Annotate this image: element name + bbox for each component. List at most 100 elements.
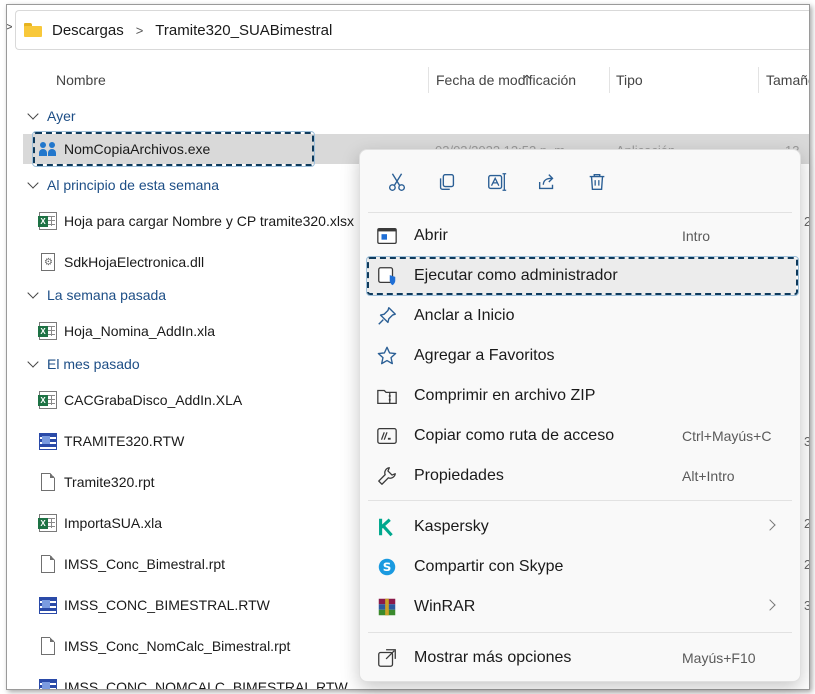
menu-item-shortcut: Intro (682, 228, 711, 244)
menu-item-label: Mostrar más opciones (414, 649, 572, 666)
column-name[interactable]: Nombre (56, 72, 106, 88)
file-name: SdkHojaElectronica.dll (64, 254, 205, 270)
menu-item-label: WinRAR (414, 598, 476, 615)
menu-item-skype[interactable]: S Compartir con Skype (366, 548, 796, 586)
file-row[interactable]: IMSS_CONC_BIMESTRAL.RTW (39, 590, 270, 620)
menu-item-shortcut: Ctrl+Mayús+C (682, 428, 772, 444)
file-row[interactable]: Tramite320.rpt (39, 467, 155, 497)
folder-icon (24, 23, 42, 37)
menu-item-shortcut: Alt+Intro (682, 468, 735, 484)
chevron-down-icon (27, 356, 39, 368)
file-row[interactable]: IMSS_Conc_Bimestral.rpt (39, 549, 225, 579)
file-row[interactable]: IMSS_CONC_NOMCALC_BIMESTRAL.RTW (39, 672, 348, 690)
file-size: 2 (804, 214, 809, 229)
menu-item-compress-zip[interactable]: Comprimir en archivo ZIP (366, 377, 796, 415)
menu-item-winrar[interactable]: WinRAR (366, 588, 796, 626)
excel-file-icon (38, 212, 57, 230)
document-icon (41, 637, 55, 655)
menu-divider (368, 632, 792, 633)
rename-button[interactable] (472, 166, 522, 198)
chevron-left-icon[interactable]: > (7, 19, 13, 34)
file-size: 3 (804, 598, 809, 613)
menu-item-label: Copiar como ruta de acceso (414, 427, 615, 444)
file-name: Hoja para cargar Nombre y CP tramite320.… (64, 213, 354, 229)
file-size: 2 (804, 557, 809, 572)
breadcrumb-descargas[interactable]: Descargas (52, 22, 124, 39)
column-date[interactable]: Fecha de modificación (436, 72, 576, 88)
chevron-right-icon (764, 599, 776, 611)
rtw-file-icon (39, 678, 57, 689)
file-row[interactable]: Hoja_Nomina_AddIn.xla (38, 316, 215, 346)
zip-folder-icon (376, 385, 398, 407)
file-row[interactable]: ImportaSUA.xla (38, 508, 163, 538)
chevron-right-icon (764, 519, 776, 531)
group-header-ayer[interactable]: Ayer (27, 108, 76, 124)
excel-addin-icon (38, 322, 57, 340)
column-divider[interactable] (609, 67, 610, 93)
menu-divider (368, 212, 792, 213)
copy-button[interactable] (422, 166, 472, 198)
svg-text:S: S (383, 560, 392, 574)
file-row[interactable]: SdkHojaElectronica.dll (39, 247, 204, 277)
group-label: Al principio de esta semana (47, 177, 219, 193)
file-name: ImportaSUA.xla (64, 515, 163, 531)
skype-icon: S (376, 556, 398, 578)
menu-item-label: Kaspersky (414, 518, 489, 535)
column-type[interactable]: Tipo (616, 72, 643, 88)
pin-icon (376, 305, 398, 327)
menu-item-open[interactable]: Abrir Intro (366, 217, 796, 255)
chevron-down-icon (27, 177, 39, 189)
cut-icon (388, 173, 406, 191)
chevron-right-icon[interactable]: > (136, 23, 144, 38)
group-label: El mes pasado (47, 356, 140, 372)
file-row[interactable]: Hoja para cargar Nombre y CP tramite320.… (38, 206, 354, 236)
menu-item-kaspersky[interactable]: Kaspersky (366, 508, 796, 546)
menu-item-highlight (366, 256, 799, 296)
file-row[interactable]: IMSS_Conc_NomCalc_Bimestral.rpt (39, 631, 290, 661)
file-name: TRAMITE320.RTW (64, 433, 185, 449)
column-divider[interactable] (758, 67, 759, 93)
file-name: IMSS_CONC_NOMCALC_BIMESTRAL.RTW (64, 679, 348, 690)
cut-button[interactable] (372, 166, 422, 198)
chevron-down-icon (27, 108, 39, 120)
selection-highlight (32, 131, 315, 167)
group-header-mes-pasado[interactable]: El mes pasado (27, 356, 140, 372)
more-options-icon (376, 647, 398, 669)
rtw-file-icon (39, 596, 57, 614)
copy-icon (439, 173, 455, 191)
menu-item-copy-path[interactable]: Copiar como ruta de acceso Ctrl+Mayús+C (366, 417, 796, 455)
file-name: Tramite320.rpt (64, 474, 155, 490)
menu-item-add-favorites[interactable]: Agregar a Favoritos (366, 337, 796, 375)
dll-file-icon (41, 253, 55, 271)
menu-item-label: Anclar a Inicio (414, 307, 515, 324)
kaspersky-icon (376, 516, 398, 538)
menu-divider (368, 500, 792, 501)
file-name: Hoja_Nomina_AddIn.xla (64, 323, 215, 339)
menu-item-label: Compartir con Skype (414, 558, 564, 575)
excel-addin-icon (38, 391, 57, 409)
delete-button[interactable] (572, 166, 622, 198)
column-size[interactable]: Tamaño (766, 72, 809, 88)
group-header-semana-pasada[interactable]: La semana pasada (27, 287, 166, 303)
column-divider[interactable] (428, 67, 429, 93)
breadcrumb-tramite[interactable]: Tramite320_SUABimestral (155, 22, 332, 39)
rtw-file-icon (39, 432, 57, 450)
menu-item-pin-start[interactable]: Anclar a Inicio (366, 297, 796, 335)
share-button[interactable] (522, 166, 572, 198)
open-window-icon (376, 225, 398, 247)
file-name: CACGrabaDisco_AddIn.XLA (64, 392, 243, 408)
address-bar[interactable]: Descargas > Tramite320_SUABimestral (15, 10, 809, 50)
menu-item-properties[interactable]: Propiedades Alt+Intro (366, 457, 796, 495)
menu-item-label: Comprimir en archivo ZIP (414, 387, 596, 404)
menu-item-more-options[interactable]: Mostrar más opciones Mayús+F10 (366, 639, 796, 677)
share-icon (538, 174, 554, 190)
group-header-esta-semana[interactable]: Al principio de esta semana (27, 177, 219, 193)
file-row[interactable]: CACGrabaDisco_AddIn.XLA (38, 385, 243, 415)
excel-addin-icon (38, 514, 57, 532)
file-row[interactable]: TRAMITE320.RTW (39, 426, 184, 456)
column-headers: Nombre ⌃ Fecha de modificación Tipo Tama… (7, 63, 809, 97)
winrar-icon (376, 596, 398, 618)
menu-item-label: Agregar a Favoritos (414, 347, 555, 364)
menu-item-label: Propiedades (414, 467, 504, 484)
file-name: IMSS_Conc_NomCalc_Bimestral.rpt (64, 638, 291, 654)
